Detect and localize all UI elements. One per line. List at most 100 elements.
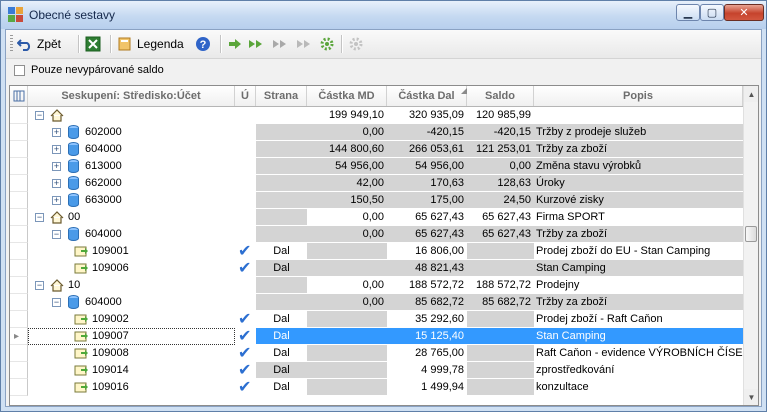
tree-cell[interactable]: 109014 — [28, 362, 235, 379]
expand-collapse-toggle[interactable]: + — [52, 179, 61, 188]
scroll-down-button[interactable]: ▼ — [744, 389, 758, 405]
column-header-u[interactable]: Ú — [235, 86, 256, 106]
row-selector[interactable] — [10, 311, 28, 328]
tree-cell[interactable]: +604000 — [28, 141, 235, 158]
document-arrow-icon — [74, 246, 88, 257]
saldo-cell: 24,50 — [467, 192, 534, 209]
row-selector[interactable] — [10, 243, 28, 260]
table-row-document[interactable]: 109001 ✔ Dal 16 806,00 Prodej zboží do EU - … — [10, 243, 743, 260]
table-row-account[interactable]: +602000 0,00 -420,15 -420,15 Tržby z prodeje… — [10, 124, 743, 141]
back-button[interactable]: Zpět — [17, 34, 61, 54]
expand-collapse-toggle[interactable]: + — [52, 145, 61, 154]
row-selector[interactable] — [10, 209, 28, 226]
scroll-thumb[interactable] — [745, 226, 757, 242]
next-disabled-button[interactable] — [272, 34, 292, 54]
column-header-strana[interactable]: Strana — [256, 86, 307, 106]
help-button[interactable]: ? — [195, 34, 215, 54]
row-selector[interactable] — [10, 379, 28, 396]
table-row-account[interactable]: −604000 0,00 85 682,72 85 682,72 Tržby za zb… — [10, 294, 743, 311]
row-selector[interactable] — [10, 260, 28, 277]
expand-collapse-toggle[interactable]: − — [35, 213, 44, 222]
row-selector[interactable] — [10, 192, 28, 209]
tree-cell[interactable]: 109008 — [28, 345, 235, 362]
tree-cell[interactable]: +663000 — [28, 192, 235, 209]
table-row-document[interactable]: 109002 ✔ Dal 35 292,60 Prodej zboží - Raft C… — [10, 311, 743, 328]
tree-cell[interactable]: − 604000 — [28, 294, 235, 311]
expand-collapse-toggle[interactable]: + — [52, 128, 61, 137]
table-row-account[interactable]: −604000 0,00 65 627,43 65 627,43 Tržby za zb… — [10, 226, 743, 243]
maximize-button[interactable]: ▢ — [700, 4, 724, 21]
column-header-group[interactable]: Seskupení: Středisko:Účet — [28, 86, 235, 106]
column-header-saldo[interactable]: Saldo — [467, 86, 534, 106]
process-button[interactable] — [319, 34, 339, 54]
expand-collapse-toggle[interactable]: + — [52, 162, 61, 171]
minimize-button[interactable]: ▁ — [676, 4, 700, 21]
tree-cell[interactable]: − — [28, 107, 235, 124]
tree-cell[interactable]: 109006 — [28, 260, 235, 277]
unpaired-saldo-checkbox[interactable] — [14, 65, 25, 76]
row-selector[interactable] — [10, 294, 28, 311]
expand-collapse-toggle[interactable]: − — [52, 230, 61, 239]
tree-cell[interactable]: − 604000 — [28, 226, 235, 243]
table-row-group[interactable]: −10 0,00 188 572,72 188 572,72 Prodejny — [10, 277, 743, 294]
row-selector[interactable] — [10, 141, 28, 158]
tree-cell[interactable]: 109002 — [28, 311, 235, 328]
tree-cell[interactable]: 109007 — [28, 328, 235, 345]
row-selector[interactable] — [10, 345, 28, 362]
vertical-scrollbar[interactable]: ▲ ▼ — [743, 86, 758, 405]
row-selector[interactable] — [10, 158, 28, 175]
popis-cell: Tržby za zboží — [534, 294, 743, 311]
expand-collapse-toggle[interactable]: + — [52, 196, 61, 205]
next-all-button[interactable] — [248, 34, 268, 54]
last-disabled-button[interactable] — [296, 34, 316, 54]
table-row-document[interactable]: 109016 ✔ Dal 1 499,94 konzultace — [10, 379, 743, 396]
title-bar[interactable]: Obecné sestavy ▁ ▢ ✕ — [1, 1, 766, 29]
expand-collapse-toggle[interactable]: − — [35, 281, 44, 290]
tree-cell[interactable]: 109001 — [28, 243, 235, 260]
popis-cell: Tržby za zboží — [534, 226, 743, 243]
column-header-md[interactable]: Částka MD — [307, 86, 387, 106]
legend-button[interactable]: Legenda — [117, 34, 184, 54]
back-label: Zpět — [37, 37, 62, 51]
row-selector[interactable] — [10, 124, 28, 141]
tree-cell[interactable]: +662000 — [28, 175, 235, 192]
check-cell: ✔ — [235, 311, 256, 328]
scroll-up-button[interactable]: ▲ — [744, 86, 758, 102]
row-label: 109016 — [92, 381, 129, 393]
row-selector[interactable]: ▸ — [10, 328, 28, 345]
table-row-document[interactable]: 109006 ✔ Dal 48 821,43 Stan Camping — [10, 260, 743, 277]
tree-cell[interactable]: +613000 — [28, 158, 235, 175]
table-row-document[interactable]: 109014 ✔ Dal 4 999,78 zprostředkování — [10, 362, 743, 379]
row-selector[interactable] — [10, 226, 28, 243]
tree-cell[interactable]: − 10 — [28, 277, 235, 294]
dal-cell: -420,15 — [387, 124, 467, 141]
expand-collapse-toggle[interactable]: − — [35, 111, 44, 120]
toolbar-grip[interactable] — [10, 35, 13, 53]
process-disabled-button[interactable] — [348, 34, 368, 54]
table-row-account[interactable]: +604000 144 800,60 266 053,61 121 253,01 Trž… — [10, 141, 743, 158]
maximize-icon: ▢ — [706, 7, 718, 19]
row-label: 604000 — [85, 296, 122, 308]
tree-cell[interactable]: +602000 — [28, 124, 235, 141]
row-selector[interactable] — [10, 362, 28, 379]
table-row-group[interactable]: −00 0,00 65 627,43 65 627,43 Firma SPORT — [10, 209, 743, 226]
row-selector[interactable] — [10, 107, 28, 124]
column-header-popis[interactable]: Popis — [534, 86, 743, 106]
table-row-document[interactable]: ▸ 109007 ✔ Dal 15 125,40 Stan Camping — [10, 328, 743, 345]
next-button[interactable] — [227, 34, 247, 54]
tree-cell[interactable]: − 00 — [28, 209, 235, 226]
close-button[interactable]: ✕ — [724, 4, 764, 21]
export-excel-button[interactable] — [85, 34, 105, 54]
column-chooser-button[interactable] — [10, 86, 28, 106]
expand-collapse-toggle[interactable]: − — [52, 298, 61, 307]
row-selector[interactable] — [10, 175, 28, 192]
report-grid[interactable]: Seskupení: Středisko:Účet Ú Strana Částk… — [9, 85, 759, 406]
tree-cell[interactable]: 109016 — [28, 379, 235, 396]
table-row-account[interactable]: +663000 150,50 175,00 24,50 Kurzové zisky — [10, 192, 743, 209]
row-selector[interactable] — [10, 277, 28, 294]
table-row-account[interactable]: +662000 42,00 170,63 128,63 Úroky — [10, 175, 743, 192]
table-row-group[interactable]: − 199 949,10 320 935,09 120 985,99 — [10, 107, 743, 124]
table-row-account[interactable]: +613000 54 956,00 54 956,00 0,00 Změna stavu… — [10, 158, 743, 175]
table-row-document[interactable]: 109008 ✔ Dal 28 765,00 Raft Caňon - evidence… — [10, 345, 743, 362]
column-header-dal[interactable]: Částka Dal — [387, 86, 467, 106]
